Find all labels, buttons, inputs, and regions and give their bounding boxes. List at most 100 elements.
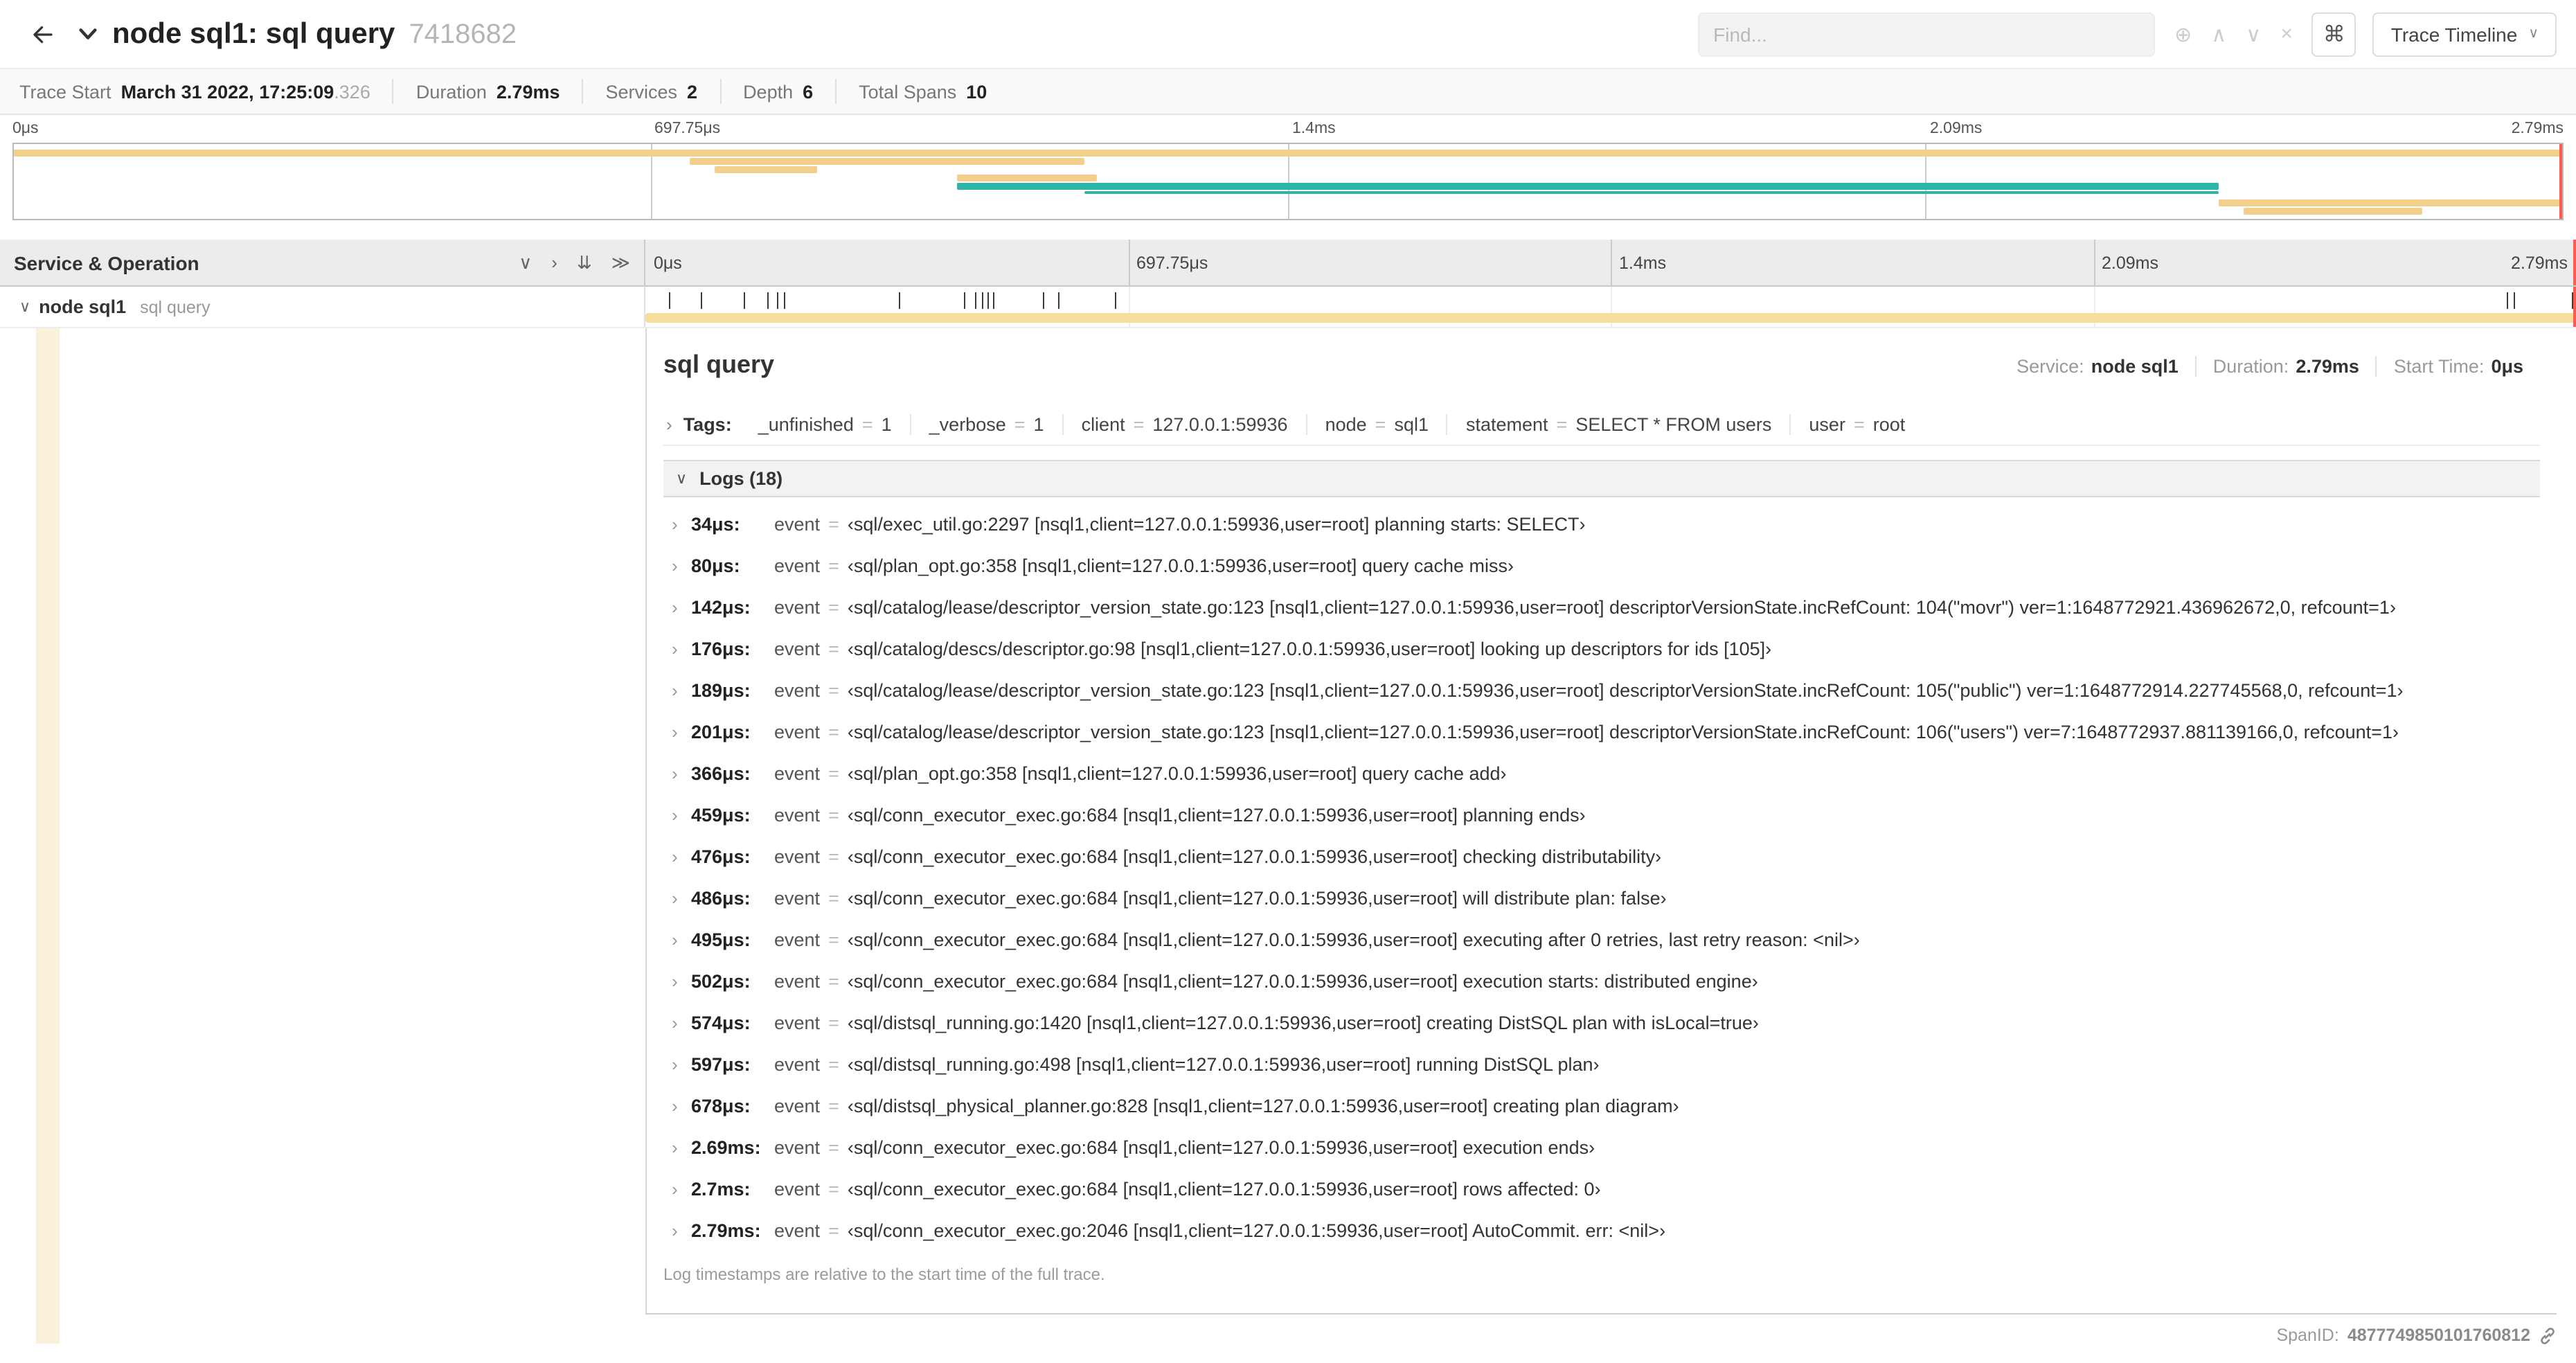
trace-minimap: 0μs 697.75μs 1.4ms 2.09ms 2.79ms bbox=[0, 115, 2576, 231]
expand-one-icon[interactable]: › bbox=[551, 251, 557, 274]
chevron-right-icon[interactable]: › bbox=[672, 763, 691, 783]
log-row[interactable]: › 574μs: event = ‹sql/distsql_running.go:142… bbox=[663, 1001, 2540, 1043]
log-row[interactable]: › 597μs: event = ‹sql/distsql_running.go:498… bbox=[663, 1043, 2540, 1085]
minimap-graph[interactable] bbox=[12, 143, 2564, 220]
span-service-name: node sql1 bbox=[39, 296, 127, 317]
log-row[interactable]: › 459μs: event = ‹sql/conn_executor_exec.go:… bbox=[663, 794, 2540, 835]
collapse-one-icon[interactable]: ∨ bbox=[519, 251, 532, 274]
log-field-value: ‹sql/conn_executor_exec.go:684 [nsql1,cl… bbox=[847, 1178, 1601, 1199]
detail-duration: Duration: 2.79ms bbox=[2194, 356, 2376, 377]
back-button[interactable] bbox=[19, 10, 66, 57]
chevron-right-icon[interactable]: › bbox=[672, 679, 691, 700]
ruler-tick: 697.75μs bbox=[1136, 253, 1208, 272]
chevron-down-icon[interactable]: ∨ bbox=[676, 470, 687, 488]
trace-header-collapse-icon[interactable] bbox=[78, 24, 98, 44]
log-timestamp: 189μs: bbox=[691, 679, 751, 700]
trace-view-select[interactable]: Trace Timeline ∨ bbox=[2372, 12, 2557, 56]
span-row[interactable]: ∨ node sql1 sql query bbox=[0, 287, 2576, 328]
chevron-right-icon[interactable]: › bbox=[672, 929, 691, 950]
info-value: 2 bbox=[687, 81, 698, 102]
chevron-right-icon[interactable]: › bbox=[672, 1137, 691, 1157]
chevron-right-icon[interactable]: › bbox=[672, 721, 691, 742]
chevron-right-icon[interactable]: › bbox=[672, 1095, 691, 1116]
log-equals: = bbox=[828, 721, 839, 742]
span-detail-panel: sql query Service: node sql1 Duration: 2… bbox=[645, 328, 2557, 1315]
top-bar: node sql1: sql query 7418682 ⊕ ∧ ∨ × ⌘ T… bbox=[0, 0, 2576, 69]
log-marker bbox=[992, 292, 994, 309]
chevron-right-icon[interactable]: › bbox=[672, 1012, 691, 1033]
span-bar-cell[interactable] bbox=[645, 287, 2576, 327]
chevron-right-icon[interactable]: › bbox=[672, 1178, 691, 1199]
chevron-right-icon[interactable]: › bbox=[672, 970, 691, 991]
chevron-right-icon[interactable]: › bbox=[672, 596, 691, 617]
minimap-span-bar-teal bbox=[956, 183, 2219, 190]
expand-all-icon[interactable]: ≫ bbox=[611, 251, 630, 274]
log-row[interactable]: › 2.69ms: event = ‹sql/conn_executor_exec.go… bbox=[663, 1126, 2540, 1168]
collapse-all-icon[interactable]: ⇊ bbox=[577, 251, 592, 274]
log-field-key: event bbox=[774, 679, 821, 700]
log-row[interactable]: › 34μs: event = ‹sql/exec_util.go:2297 [nsql… bbox=[663, 503, 2540, 544]
log-field-key: event bbox=[774, 846, 821, 866]
info-value: March 31 2022, 17:25:09.326 bbox=[121, 81, 370, 102]
log-row[interactable]: › 495μs: event = ‹sql/conn_executor_exec.go:… bbox=[663, 918, 2540, 960]
find-input[interactable] bbox=[1698, 12, 2156, 56]
span-duration-bar[interactable] bbox=[645, 313, 2576, 323]
chevron-right-icon[interactable]: › bbox=[672, 513, 691, 534]
log-row[interactable]: › 201μs: event = ‹sql/catalog/lease/descript… bbox=[663, 711, 2540, 752]
log-row[interactable]: › 2.7ms: event = ‹sql/conn_executor_exec.go:… bbox=[663, 1168, 2540, 1209]
log-row[interactable]: › 142μs: event = ‹sql/catalog/lease/descript… bbox=[663, 586, 2540, 627]
span-id-value: 4877749850101760812 bbox=[2347, 1326, 2530, 1345]
tag-key: _unfinished bbox=[758, 414, 854, 435]
log-timestamp: 459μs: bbox=[691, 804, 751, 825]
minimap-cursor-line[interactable] bbox=[2559, 144, 2562, 219]
log-row[interactable]: › 176μs: event = ‹sql/catalog/descs/descript… bbox=[663, 627, 2540, 669]
span-id-label: SpanID: bbox=[2276, 1326, 2339, 1345]
log-field-value: ‹sql/catalog/lease/descriptor_version_st… bbox=[847, 721, 2399, 742]
log-field-value: ‹sql/conn_executor_exec.go:684 [nsql1,cl… bbox=[847, 929, 1860, 950]
chevron-right-icon[interactable]: › bbox=[672, 846, 691, 866]
tags-accordion[interactable]: › Tags: _unfinished = 1 _verbose = 1 client = 12… bbox=[663, 404, 2540, 446]
chevron-right-icon[interactable]: › bbox=[672, 638, 691, 659]
keyboard-shortcuts-button[interactable]: ⌘ bbox=[2311, 12, 2356, 56]
chevron-right-icon[interactable]: › bbox=[672, 1220, 691, 1240]
minimap-tick: 2.09ms bbox=[1930, 121, 1983, 137]
chevron-right-icon[interactable]: › bbox=[672, 1053, 691, 1074]
log-row[interactable]: › 502μs: event = ‹sql/conn_executor_exec.go:… bbox=[663, 960, 2540, 1001]
logs-list: › 34μs: event = ‹sql/exec_util.go:2297 [nsql… bbox=[663, 497, 2540, 1251]
logs-footer-note: Log timestamps are relative to the start… bbox=[663, 1265, 1105, 1284]
next-match-icon[interactable]: ∨ bbox=[2246, 21, 2261, 46]
log-row[interactable]: › 80μs: event = ‹sql/plan_opt.go:358 [nsql1,… bbox=[663, 544, 2540, 586]
link-icon[interactable] bbox=[2539, 1326, 2557, 1344]
chevron-down-icon[interactable]: ∨ bbox=[19, 298, 30, 316]
log-row[interactable]: › 486μs: event = ‹sql/conn_executor_exec.go:… bbox=[663, 877, 2540, 918]
log-field-key: event bbox=[774, 1137, 821, 1157]
span-row-name-cell[interactable]: ∨ node sql1 sql query bbox=[0, 287, 645, 327]
log-marker bbox=[898, 292, 900, 309]
log-row[interactable]: › 678μs: event = ‹sql/distsql_physical_plann… bbox=[663, 1085, 2540, 1126]
log-timestamp: 486μs: bbox=[691, 887, 751, 908]
log-row[interactable]: › 2.79ms: event = ‹sql/conn_executor_exec.go… bbox=[663, 1209, 2540, 1251]
clear-search-icon[interactable]: × bbox=[2280, 22, 2293, 46]
log-field-key: event bbox=[774, 513, 821, 534]
chevron-right-icon[interactable]: › bbox=[672, 887, 691, 908]
chevron-right-icon[interactable]: › bbox=[672, 555, 691, 576]
log-row[interactable]: › 366μs: event = ‹sql/plan_opt.go:358 [nsql1… bbox=[663, 752, 2540, 794]
log-row[interactable]: › 476μs: event = ‹sql/conn_executor_exec.go:… bbox=[663, 835, 2540, 877]
chevron-right-icon[interactable]: › bbox=[672, 804, 691, 825]
info-value: 6 bbox=[803, 81, 814, 102]
log-equals: = bbox=[828, 1178, 839, 1199]
log-equals: = bbox=[828, 596, 839, 617]
tag-item: _verbose = 1 bbox=[909, 414, 1062, 435]
chevron-right-icon[interactable]: › bbox=[666, 414, 672, 435]
tag-equals: = bbox=[1133, 414, 1145, 435]
log-field-value: ‹sql/distsql_running.go:1420 [nsql1,clie… bbox=[847, 1012, 1759, 1033]
prev-match-icon[interactable]: ∧ bbox=[2211, 21, 2226, 46]
logs-accordion-header[interactable]: ∨ Logs (18) bbox=[663, 460, 2540, 497]
log-row[interactable]: › 189μs: event = ‹sql/catalog/lease/descript… bbox=[663, 669, 2540, 711]
ruler-divider bbox=[1128, 240, 1129, 285]
log-equals: = bbox=[828, 1095, 839, 1116]
focus-matches-icon[interactable]: ⊕ bbox=[2174, 21, 2192, 46]
tag-value: sql1 bbox=[1394, 414, 1429, 435]
tag-item: node = sql1 bbox=[1305, 414, 1447, 435]
log-marker bbox=[975, 292, 977, 309]
